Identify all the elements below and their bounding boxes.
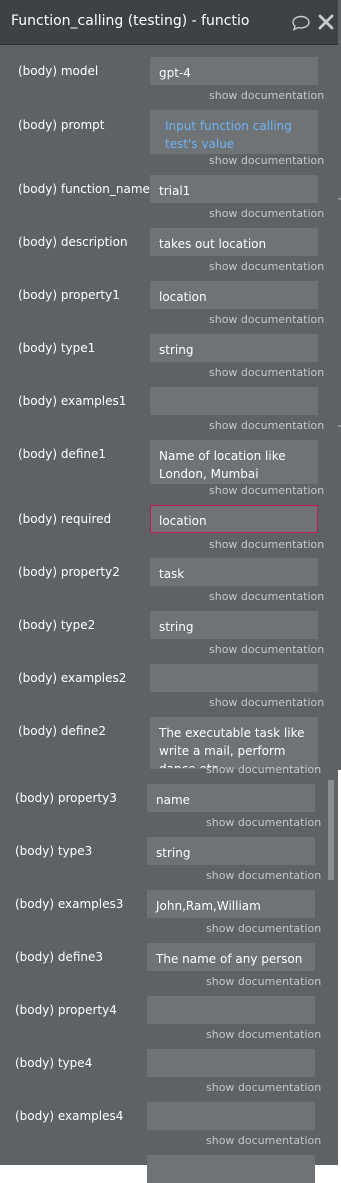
field-label: (body) type1 [18, 341, 96, 355]
panel-title: Function_calling (testing) - functio [11, 13, 250, 29]
show-documentation-link[interactable]: show documentation [206, 975, 321, 988]
show-documentation-link[interactable]: show documentation [206, 922, 321, 935]
field-define3: (body) define3 The name of any person sh… [15, 943, 340, 1003]
type1-input[interactable]: string [150, 334, 318, 362]
field-examples4: (body) examples4 show documentation [15, 1102, 340, 1162]
field-required: (body) required location show documentat… [18, 505, 341, 565]
property2-input[interactable]: task [150, 558, 318, 586]
title-bar[interactable]: Function_calling (testing) - functio [0, 0, 338, 45]
field-examples3: (body) examples3 John,Ram,William show d… [15, 890, 340, 950]
next-field-input[interactable] [147, 1155, 315, 1183]
field-label: (body) property4 [15, 1003, 117, 1017]
api-call-editor-panel: Function_calling (testing) - functio (bo… [0, 0, 341, 1183]
property4-input[interactable] [147, 996, 315, 1024]
prompt-input[interactable]: Input function calling test's value [150, 110, 318, 154]
define1-input[interactable]: Name of location like London, Mumbai [150, 440, 318, 484]
examples4-input[interactable] [147, 1102, 315, 1130]
type4-input[interactable] [147, 1049, 315, 1077]
field-label: (body) define1 [18, 447, 107, 461]
field-label: (body) define2 [18, 724, 107, 738]
field-model: (body) model gpt-4 show documentation [18, 57, 341, 117]
show-documentation-link[interactable]: show documentation [206, 1081, 321, 1094]
field-type2: (body) type2 string show documentation [18, 611, 341, 671]
type2-input[interactable]: string [150, 611, 318, 639]
field-function-name: (body) function_name trial1 show documen… [18, 175, 341, 235]
examples1-input[interactable] [150, 387, 318, 415]
field-property3: (body) property3 name show documentation [15, 784, 340, 844]
field-label: (body) required [18, 512, 112, 526]
type3-input[interactable]: string [147, 837, 315, 865]
examples2-input[interactable] [150, 664, 318, 692]
field-label: (body) description [18, 235, 128, 249]
show-documentation-link[interactable]: show documentation [206, 1028, 321, 1041]
field-label: (body) prompt [18, 118, 105, 132]
field-type1: (body) type1 string show documentation [18, 334, 341, 394]
field-label: (body) examples4 [15, 1109, 124, 1123]
field-prompt: (body) prompt Input function calling tes… [18, 110, 341, 170]
show-documentation-link[interactable]: show documentation [209, 538, 324, 551]
field-label: (body) type4 [15, 1056, 93, 1070]
show-documentation-link[interactable]: show documentation [206, 869, 321, 882]
field-label: (body) property3 [15, 791, 117, 805]
show-documentation-link[interactable]: show documentation [209, 643, 324, 656]
property3-input[interactable]: name [147, 784, 315, 812]
show-documentation-link[interactable]: show documentation [209, 154, 324, 167]
show-documentation-link[interactable]: show documentation [209, 590, 324, 603]
function-name-input[interactable]: trial1 [150, 175, 318, 203]
field-define1: (body) define1 Name of location like Lon… [18, 440, 341, 500]
define3-input[interactable]: The name of any person [147, 943, 315, 971]
field-label: (body) model [18, 64, 99, 78]
required-input[interactable]: location [150, 505, 318, 533]
show-documentation-link[interactable]: show documentation [209, 419, 324, 432]
model-input[interactable]: gpt-4 [150, 57, 318, 85]
field-property2: (body) property2 task show documentation [18, 558, 341, 618]
show-documentation-link[interactable]: show documentation [209, 366, 324, 379]
show-documentation-link[interactable]: show documentation [206, 816, 321, 829]
description-input[interactable]: takes out location [150, 228, 318, 256]
field-property4: (body) property4 show documentation [15, 996, 340, 1056]
field-label: (body) examples2 [18, 671, 127, 685]
show-documentation-link[interactable]: show documentation [209, 484, 324, 497]
show-documentation-link[interactable]: show documentation [209, 89, 324, 102]
show-documentation-link[interactable]: show documentation [209, 207, 324, 220]
field-label: (body) type2 [18, 618, 96, 632]
field-examples1: (body) examples1 show documentation [18, 387, 341, 447]
field-label: (body) examples1 [18, 394, 127, 408]
field-label: (body) function_name [18, 182, 150, 196]
field-label: (body) type3 [15, 844, 93, 858]
field-type4: (body) type4 show documentation [15, 1049, 340, 1109]
field-label: (body) property2 [18, 565, 120, 579]
show-documentation-link[interactable]: show documentation [209, 696, 324, 709]
property1-input[interactable]: location [150, 281, 318, 309]
field-label: (body) define3 [15, 950, 104, 964]
field-description: (body) description takes out location sh… [18, 228, 341, 288]
field-define2: (body) define2 The executable task like … [18, 717, 341, 777]
field-examples2: (body) examples2 show documentation [18, 664, 341, 724]
speech-bubble-icon[interactable] [291, 15, 311, 31]
scrollbar-thumb[interactable] [328, 780, 334, 880]
define2-input[interactable]: The executable task like write a mail, p… [150, 717, 318, 769]
field-type3: (body) type3 string show documentation [15, 837, 340, 897]
show-documentation-link[interactable]: show documentation [206, 763, 321, 776]
show-documentation-link[interactable]: show documentation [206, 1134, 321, 1147]
close-icon[interactable] [318, 13, 334, 31]
field-property1: (body) property1 location show documenta… [18, 281, 341, 341]
field-label: (body) examples3 [15, 897, 124, 911]
examples3-input[interactable]: John,Ram,William [147, 890, 315, 918]
show-documentation-link[interactable]: show documentation [209, 260, 324, 273]
field-label: (body) property1 [18, 288, 120, 302]
show-documentation-link[interactable]: show documentation [209, 313, 324, 326]
